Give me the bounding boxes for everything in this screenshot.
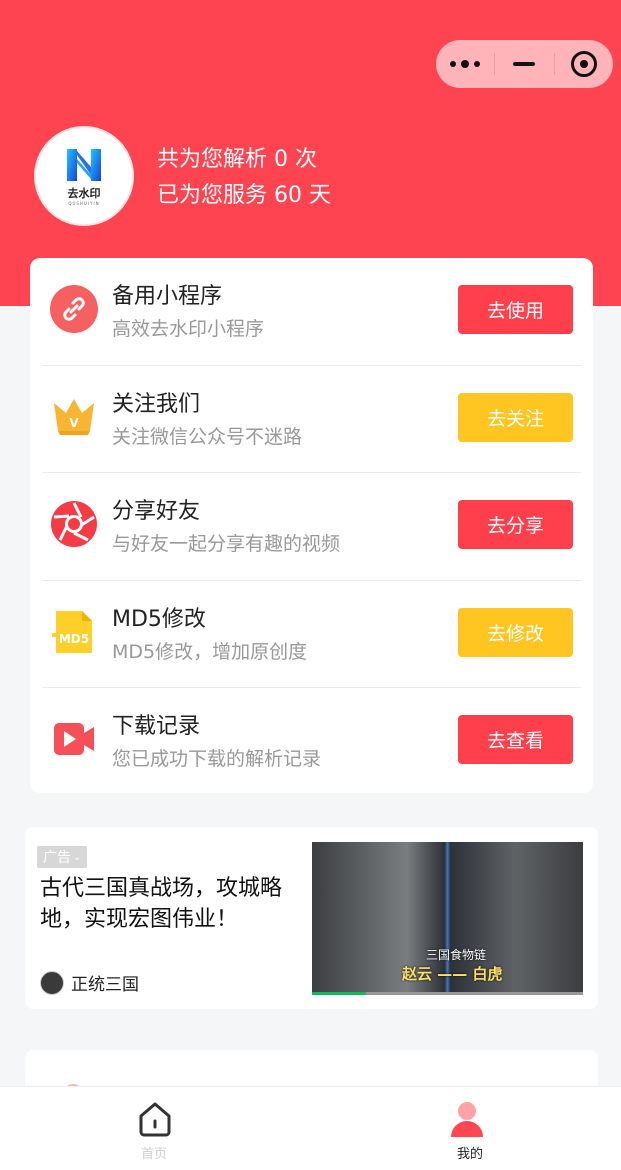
feature-menu-card: 备用小程序 高效去水印小程序 去使用 V 关注我们 关注微信公众号不迷路 去关注 [30, 258, 593, 793]
mini-program-capsule [436, 40, 613, 88]
logo-h-icon [67, 148, 101, 181]
follow-button[interactable]: 去关注 [458, 392, 573, 442]
ad-image-caption-top: 三国食物链 [426, 948, 487, 962]
crown-icon: V [50, 393, 98, 441]
ad-title: 古代三国真战场，攻城略地，实现宏图伟业！ [40, 876, 283, 932]
svg-text:V: V [69, 416, 79, 430]
menu-item-title: 关注我们 [112, 391, 201, 417]
menu-item-desc: 高效去水印小程序 [112, 318, 265, 340]
menu-item-follow-us[interactable]: V 关注我们 关注微信公众号不迷路 去关注 [42, 366, 581, 473]
menu-item-share-friends[interactable]: 分享好友 与好友一起分享有趣的视频 去分享 [42, 473, 581, 581]
minus-icon [513, 62, 536, 66]
ad-brand-name: 正统三国 [71, 975, 139, 995]
menu-item-title: 备用小程序 [112, 284, 223, 309]
user-icon [447, 1099, 487, 1139]
video-progress-bar [312, 992, 583, 995]
tab-home-label: 首页 [141, 1147, 168, 1162]
menu-item-download-history[interactable]: 下载记录 您已成功下载的解析记录 去查看 [42, 688, 581, 796]
logo-text: 去水印 [67, 186, 101, 200]
parse-count-text: 共为您解析 0 次 [157, 147, 317, 172]
menu-item-desc: MD5修改，增加原创度 [112, 640, 308, 663]
service-days-text: 已为您服务 60 天 [157, 183, 331, 208]
ad-image[interactable]: 三国食物链 赵云 —— 白虎 [312, 842, 583, 995]
more-dots-icon [450, 60, 481, 68]
ad-image-caption-bottom: 赵云 —— 白虎 [402, 965, 503, 983]
md5-icon-text: MD5 [59, 632, 89, 646]
menu-item-desc: 您已成功下载的解析记录 [112, 748, 322, 770]
menu-item-md5[interactable]: MD5 MD5修改 MD5修改，增加原创度 去修改 [42, 581, 581, 688]
target-icon [570, 51, 597, 77]
menu-item-desc: 与好友一起分享有趣的视频 [112, 533, 341, 555]
app-logo: 去水印 QUSHUIYIN [34, 126, 134, 226]
menu-item-title: 下载记录 [112, 714, 201, 739]
bottom-tab-bar: 首页 我的 [0, 1086, 621, 1170]
use-button[interactable]: 去使用 [458, 285, 573, 334]
ad-brand: 正统三国 [40, 970, 139, 995]
ad-banner[interactable]: 广告 ⌄ 古代三国真战场，攻城略地，实现宏图伟业！ 正统三国 三国食物链 赵云 … [25, 827, 598, 1009]
menu-item-title: 分享好友 [112, 499, 201, 524]
modify-button[interactable]: 去修改 [458, 607, 573, 657]
more-button[interactable] [436, 40, 494, 88]
video-camera-icon [50, 715, 98, 763]
user-stats: 共为您解析 0 次 已为您服务 60 天 [157, 142, 331, 214]
minimize-button[interactable] [495, 40, 553, 88]
logo-subtext: QUSHUIYIN [68, 200, 100, 206]
menu-item-desc: 关注微信公众号不迷路 [112, 425, 303, 448]
ad-tag[interactable]: 广告 ⌄ [37, 846, 88, 868]
aperture-icon [50, 500, 98, 548]
close-button[interactable] [555, 40, 613, 88]
tab-home[interactable]: 首页 [0, 1087, 309, 1170]
tab-mine[interactable]: 我的 [309, 1087, 621, 1170]
avatar [40, 970, 64, 995]
share-button[interactable]: 去分享 [458, 500, 573, 549]
tab-mine-label: 我的 [456, 1147, 483, 1162]
menu-item-backup-program[interactable]: 备用小程序 高效去水印小程序 去使用 [42, 258, 581, 366]
home-icon [135, 1099, 175, 1139]
chevron-down-icon: ⌄ [73, 851, 82, 863]
menu-item-title: MD5修改 [112, 606, 206, 632]
view-button[interactable]: 去查看 [458, 715, 573, 764]
md5-file-icon: MD5 [50, 608, 98, 656]
link-icon [50, 285, 98, 333]
